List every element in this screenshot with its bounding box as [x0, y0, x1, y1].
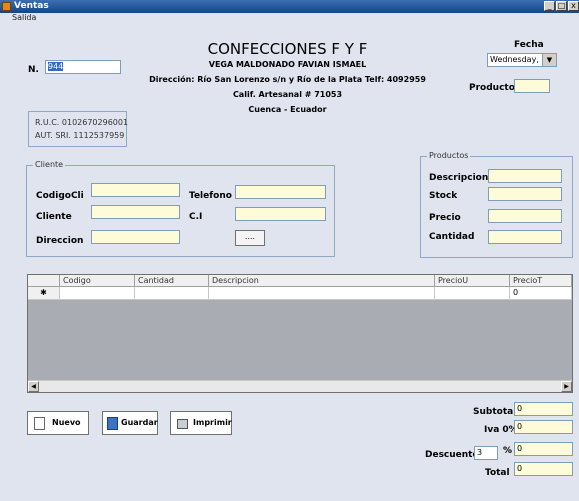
fecha-value: Wednesday, — [490, 55, 539, 64]
aut-text: AUT. SRI. 1112537959 — [35, 131, 125, 140]
scroll-left-icon[interactable]: ◀ — [28, 381, 39, 392]
telefono-field[interactable] — [235, 185, 326, 199]
scroll-right-icon[interactable]: ▶ — [561, 381, 572, 392]
descuento-label: Descuento — [425, 450, 479, 460]
total-field[interactable]: 0 — [514, 462, 573, 476]
grid-header-preciot[interactable]: PrecioT — [510, 275, 572, 287]
fecha-select[interactable]: Wednesday, ▼ — [487, 53, 557, 67]
menu-bar: Salida — [0, 13, 579, 24]
company-address: Dirección: Río San Lorenzo s/n y Río de … — [149, 75, 426, 84]
codigo-cliente-field[interactable] — [91, 183, 180, 197]
total-label: Total — [485, 468, 510, 478]
cliente-group: Cliente CodigoCli Cliente Direccion Tele… — [26, 160, 335, 257]
subtotal-label: Subtotal — [473, 407, 517, 417]
grid-header-cantidad[interactable]: Cantidad — [135, 275, 209, 287]
grid-cell-codigo[interactable] — [60, 287, 135, 300]
imprimir-label: Imprimir — [193, 418, 232, 427]
grid-cell-preciou[interactable] — [435, 287, 510, 300]
grid-header-descripcion[interactable]: Descripcion — [209, 275, 435, 287]
productos-group-title: Productos — [427, 151, 471, 160]
subtotal-field[interactable]: 0 — [514, 402, 573, 416]
precio-label: Precio — [429, 213, 461, 223]
invoice-number-value: 944 — [48, 62, 64, 71]
cliente-label: Cliente — [36, 212, 72, 222]
owner-name: VEGA MALDONADO FAVIAN ISMAEL — [208, 60, 367, 69]
ruc-box: R.U.C. 0102670296001 AUT. SRI. 111253795… — [28, 111, 129, 147]
producto-label: Producto — [469, 83, 515, 93]
fecha-label: Fecha — [514, 40, 544, 50]
ventas-window: Ventas _ □ x Salida CONFECCIONES F Y F V… — [0, 0, 579, 501]
grid-cell-preciot[interactable]: 0 — [510, 287, 572, 300]
nuevo-label: Nuevo — [52, 418, 81, 427]
cantidad-field[interactable] — [488, 230, 562, 244]
app-icon — [2, 2, 11, 11]
title-bar: Ventas _ □ x — [0, 0, 579, 13]
grid-header-preciou[interactable]: PrecioU — [435, 275, 510, 287]
imprimir-button[interactable]: Imprimir — [170, 411, 232, 435]
cantidad-label: Cantidad — [429, 232, 475, 242]
nuevo-button[interactable]: Nuevo — [27, 411, 89, 435]
ci-label: C.I — [189, 212, 203, 222]
grid-row-header-corner — [28, 275, 60, 287]
direccion-label: Direccion — [36, 236, 84, 246]
window-title: Ventas — [14, 1, 49, 11]
iva-label: Iva 0% — [484, 425, 518, 435]
descuento-field[interactable]: 0 — [514, 442, 573, 456]
codigo-cliente-label: CodigoCli — [36, 191, 84, 201]
stock-label: Stock — [429, 191, 458, 201]
grid-cell-descripcion[interactable] — [209, 287, 435, 300]
ruc-text: R.U.C. 0102670296001 — [35, 118, 129, 127]
iva-field[interactable]: 0 — [514, 420, 573, 434]
new-document-icon — [34, 417, 45, 430]
menu-item-salida[interactable]: Salida — [12, 13, 36, 22]
print-icon — [177, 419, 188, 429]
precio-field[interactable] — [488, 209, 562, 223]
minimize-button[interactable]: _ — [544, 1, 555, 11]
client-lookup-button[interactable]: .... — [235, 230, 265, 246]
producto-field[interactable] — [514, 79, 550, 93]
company-city: Cuenca - Ecuador — [248, 105, 327, 114]
cliente-group-title: Cliente — [33, 160, 66, 169]
productos-group: Productos Descripcion Stock Precio Canti… — [420, 151, 573, 258]
ci-field[interactable] — [235, 207, 326, 221]
telefono-label: Telefono — [189, 191, 232, 201]
invoice-number-label: N. — [28, 65, 39, 75]
invoice-number-field[interactable]: 944 — [45, 60, 121, 74]
grid-horizontal-scrollbar[interactable]: ◀ ▶ — [28, 380, 572, 392]
cliente-field[interactable] — [91, 205, 180, 219]
descripcion-label: Descripcion — [429, 173, 489, 183]
descuento-pct-field[interactable]: 3 — [474, 446, 498, 460]
guardar-label: Guardar — [121, 418, 158, 427]
percent-sign: % — [503, 446, 513, 456]
close-button[interactable]: x — [568, 1, 579, 11]
artisan-number: Calif. Artesanal # 71053 — [232, 90, 343, 99]
grid-new-row-marker: ✱ — [28, 287, 60, 300]
detail-grid[interactable]: Codigo Cantidad Descripcion PrecioU Prec… — [27, 274, 573, 393]
save-icon — [107, 417, 118, 430]
stock-field[interactable] — [488, 187, 562, 201]
maximize-button[interactable]: □ — [556, 1, 567, 11]
direccion-field[interactable] — [91, 230, 180, 244]
company-name: CONFECCIONES F Y F — [207, 40, 368, 58]
dropdown-arrow-icon[interactable]: ▼ — [542, 54, 556, 66]
descripcion-field[interactable] — [488, 169, 562, 183]
grid-header-codigo[interactable]: Codigo — [60, 275, 135, 287]
guardar-button[interactable]: Guardar — [102, 411, 158, 435]
grid-cell-cantidad[interactable] — [135, 287, 209, 300]
